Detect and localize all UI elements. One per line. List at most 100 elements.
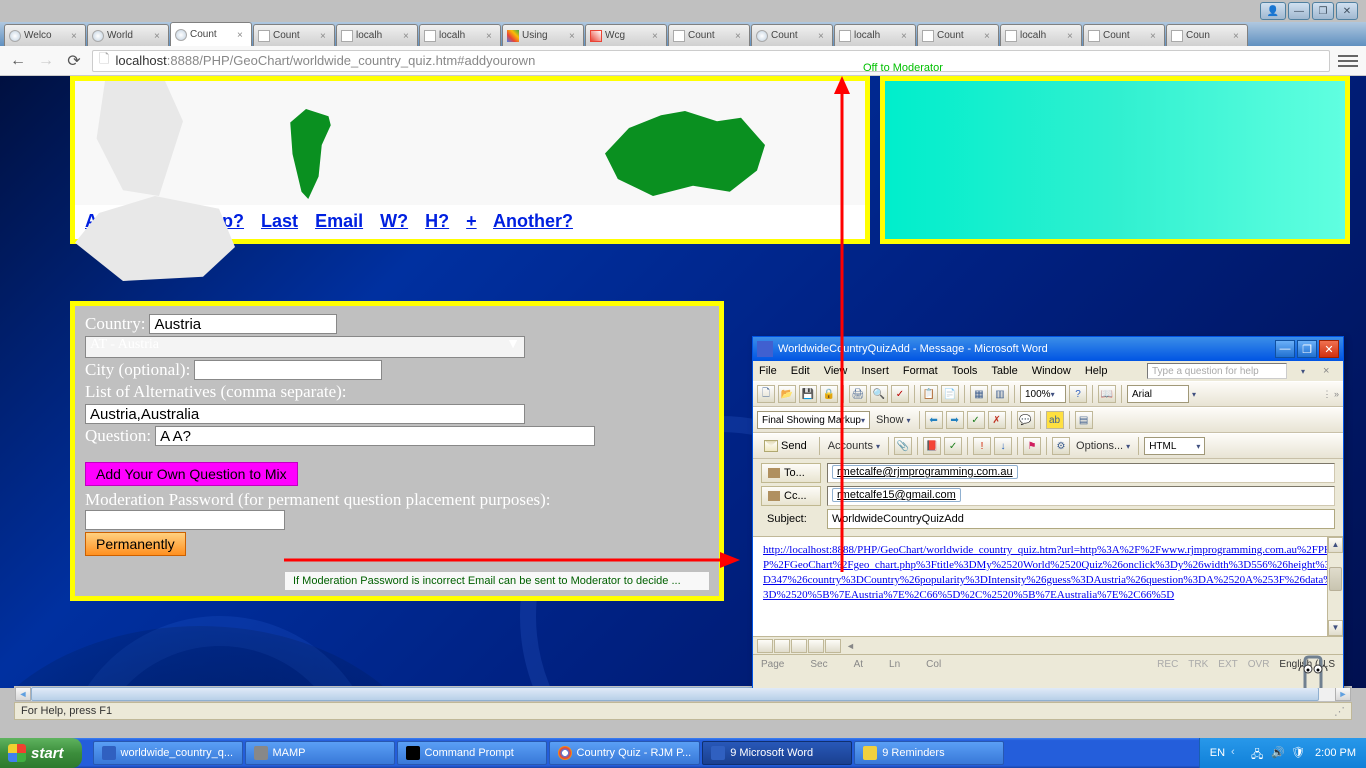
permanently-button[interactable]: Permanently [85, 532, 186, 556]
add-question-button[interactable]: Add Your Own Question to Mix [85, 462, 298, 486]
columns-icon[interactable]: ▥ [991, 385, 1009, 403]
importance-low-icon[interactable]: ↓ [994, 437, 1012, 455]
comment-icon[interactable]: 💬 [1017, 411, 1035, 429]
city-input[interactable] [194, 360, 382, 380]
menu-help[interactable]: Help [1085, 365, 1108, 377]
tab-close-icon[interactable]: × [901, 31, 911, 41]
taskbar-item-4[interactable]: 9 Microsoft Word [702, 741, 852, 765]
menu-view[interactable]: View [824, 365, 848, 377]
flag-icon[interactable]: ⚑ [1023, 437, 1041, 455]
tab-close-icon[interactable]: × [154, 31, 164, 41]
url-input[interactable]: 🗋 localhost:8888/PHP/GeoChart/worldwide_… [92, 50, 1330, 72]
start-button[interactable]: start [0, 738, 82, 768]
font-select[interactable]: Arial [1127, 385, 1189, 403]
tab-close-icon[interactable]: × [652, 31, 662, 41]
tab-close-icon[interactable]: × [486, 31, 496, 41]
hscroll-thumb[interactable] [31, 687, 1319, 701]
web-view-icon[interactable] [774, 639, 790, 653]
tab-close-icon[interactable]: × [71, 31, 81, 41]
browser-tab-0[interactable]: Welco× [4, 24, 86, 46]
prev-change-icon[interactable]: ⬅ [925, 411, 943, 429]
browser-tab-5[interactable]: localh× [419, 24, 501, 46]
clippy-assistant[interactable] [1289, 655, 1337, 688]
browser-tab-1[interactable]: World× [87, 24, 169, 46]
tray-language[interactable]: EN [1210, 747, 1225, 759]
chrome-menu-button[interactable] [1338, 51, 1358, 71]
zoom-select[interactable]: 100% ▾ [1020, 385, 1066, 403]
user-button[interactable]: 👤 [1260, 2, 1286, 20]
browser-tab-2[interactable]: Count× [170, 22, 252, 46]
minimize-button[interactable]: — [1288, 2, 1310, 20]
tab-close-icon[interactable]: × [320, 31, 330, 41]
preview-icon[interactable]: 🔍 [870, 385, 888, 403]
accounts-dropdown[interactable]: Accounts ▾ [825, 440, 883, 452]
help-icon[interactable]: ? [1069, 385, 1087, 403]
link-last[interactable]: Last [261, 211, 298, 231]
close-button[interactable]: ✕ [1336, 2, 1358, 20]
menu-tools[interactable]: Tools [952, 365, 978, 377]
reading-view-icon[interactable] [825, 639, 841, 653]
tray-shield-icon[interactable]: 🛡 [1291, 746, 1305, 760]
menu-edit[interactable]: Edit [791, 365, 810, 377]
address-book-icon[interactable]: 📕 [923, 437, 941, 455]
print-icon[interactable]: 🖨 [849, 385, 867, 403]
browser-tab-6[interactable]: Using× [502, 24, 584, 46]
link-plus[interactable]: + [466, 211, 477, 231]
resize-grip-icon[interactable]: ⋰ [1334, 705, 1345, 717]
menu-window[interactable]: Window [1032, 365, 1071, 377]
question-input[interactable] [155, 426, 595, 446]
show-dropdown[interactable]: Show ▾ [873, 414, 914, 426]
link-h[interactable]: H? [425, 211, 449, 231]
read-icon[interactable]: 📖 [1098, 385, 1116, 403]
send-button[interactable]: Send [757, 439, 814, 453]
tray-network-icon[interactable]: 🖧 [1251, 746, 1265, 760]
scroll-up-icon[interactable]: ▲ [1328, 537, 1343, 553]
browser-tab-10[interactable]: localh× [834, 24, 916, 46]
alternatives-input[interactable] [85, 404, 525, 424]
paste-icon[interactable]: 📄 [941, 385, 959, 403]
scroll-thumb[interactable] [1329, 567, 1342, 591]
spellcheck-icon[interactable]: ✓ [891, 385, 909, 403]
tab-close-icon[interactable]: × [1067, 31, 1077, 41]
menu-table[interactable]: Table [991, 365, 1017, 377]
maximize-button[interactable]: ❐ [1312, 2, 1334, 20]
tab-close-icon[interactable]: × [735, 31, 745, 41]
taskbar-item-1[interactable]: MAMP [245, 741, 395, 765]
save-icon[interactable]: 💾 [799, 385, 817, 403]
help-search-input[interactable]: Type a question for help [1147, 363, 1287, 379]
browser-tab-11[interactable]: Count× [917, 24, 999, 46]
open-icon[interactable]: 📂 [778, 385, 796, 403]
menu-file[interactable]: File [759, 365, 777, 377]
tab-close-icon[interactable]: × [1150, 31, 1160, 41]
check-names-icon[interactable]: ✓ [944, 437, 962, 455]
browser-tab-14[interactable]: Coun× [1166, 24, 1248, 46]
cc-field[interactable]: rmetcalfe15@gmail.com [827, 486, 1335, 506]
browser-tab-4[interactable]: localh× [336, 24, 418, 46]
tray-clock[interactable]: 2:00 PM [1315, 747, 1356, 759]
tray-expand-icon[interactable]: ‹ [1231, 746, 1245, 760]
browser-tab-3[interactable]: Count× [253, 24, 335, 46]
word-maximize-button[interactable]: ❐ [1297, 340, 1317, 358]
tab-close-icon[interactable]: × [569, 31, 579, 41]
tab-close-icon[interactable]: × [818, 31, 828, 41]
taskbar-item-3[interactable]: Country Quiz - RJM P... [549, 741, 701, 765]
cc-button[interactable]: Cc... [761, 486, 821, 506]
help-dropdown-icon[interactable]: ▾ [1301, 367, 1305, 376]
word-titlebar[interactable]: WorldwideCountryQuizAdd - Message - Micr… [753, 337, 1343, 361]
subject-field[interactable] [827, 509, 1335, 529]
importance-high-icon[interactable]: ! [973, 437, 991, 455]
tray-volume-icon[interactable]: 🔊 [1271, 746, 1285, 760]
forward-button[interactable]: → [36, 51, 56, 71]
to-button[interactable]: To... [761, 463, 821, 483]
to-field[interactable]: rmetcalfe@rjmprogramming.com.au [827, 463, 1335, 483]
tab-close-icon[interactable]: × [1233, 31, 1243, 41]
mail-format-select[interactable]: HTML ▾ [1144, 437, 1205, 455]
page-hscrollbar[interactable]: ◄ ► [14, 686, 1352, 702]
review-pane-icon[interactable]: ▤ [1075, 411, 1093, 429]
taskbar-item-0[interactable]: worldwide_country_q... [93, 741, 243, 765]
permission-icon[interactable]: 🔒 [820, 385, 838, 403]
accept-icon[interactable]: ✓ [967, 411, 985, 429]
hscroll-right-icon[interactable]: ► [1335, 687, 1351, 701]
tab-close-icon[interactable]: × [237, 30, 247, 40]
taskbar-item-5[interactable]: 9 Reminders [854, 741, 1004, 765]
